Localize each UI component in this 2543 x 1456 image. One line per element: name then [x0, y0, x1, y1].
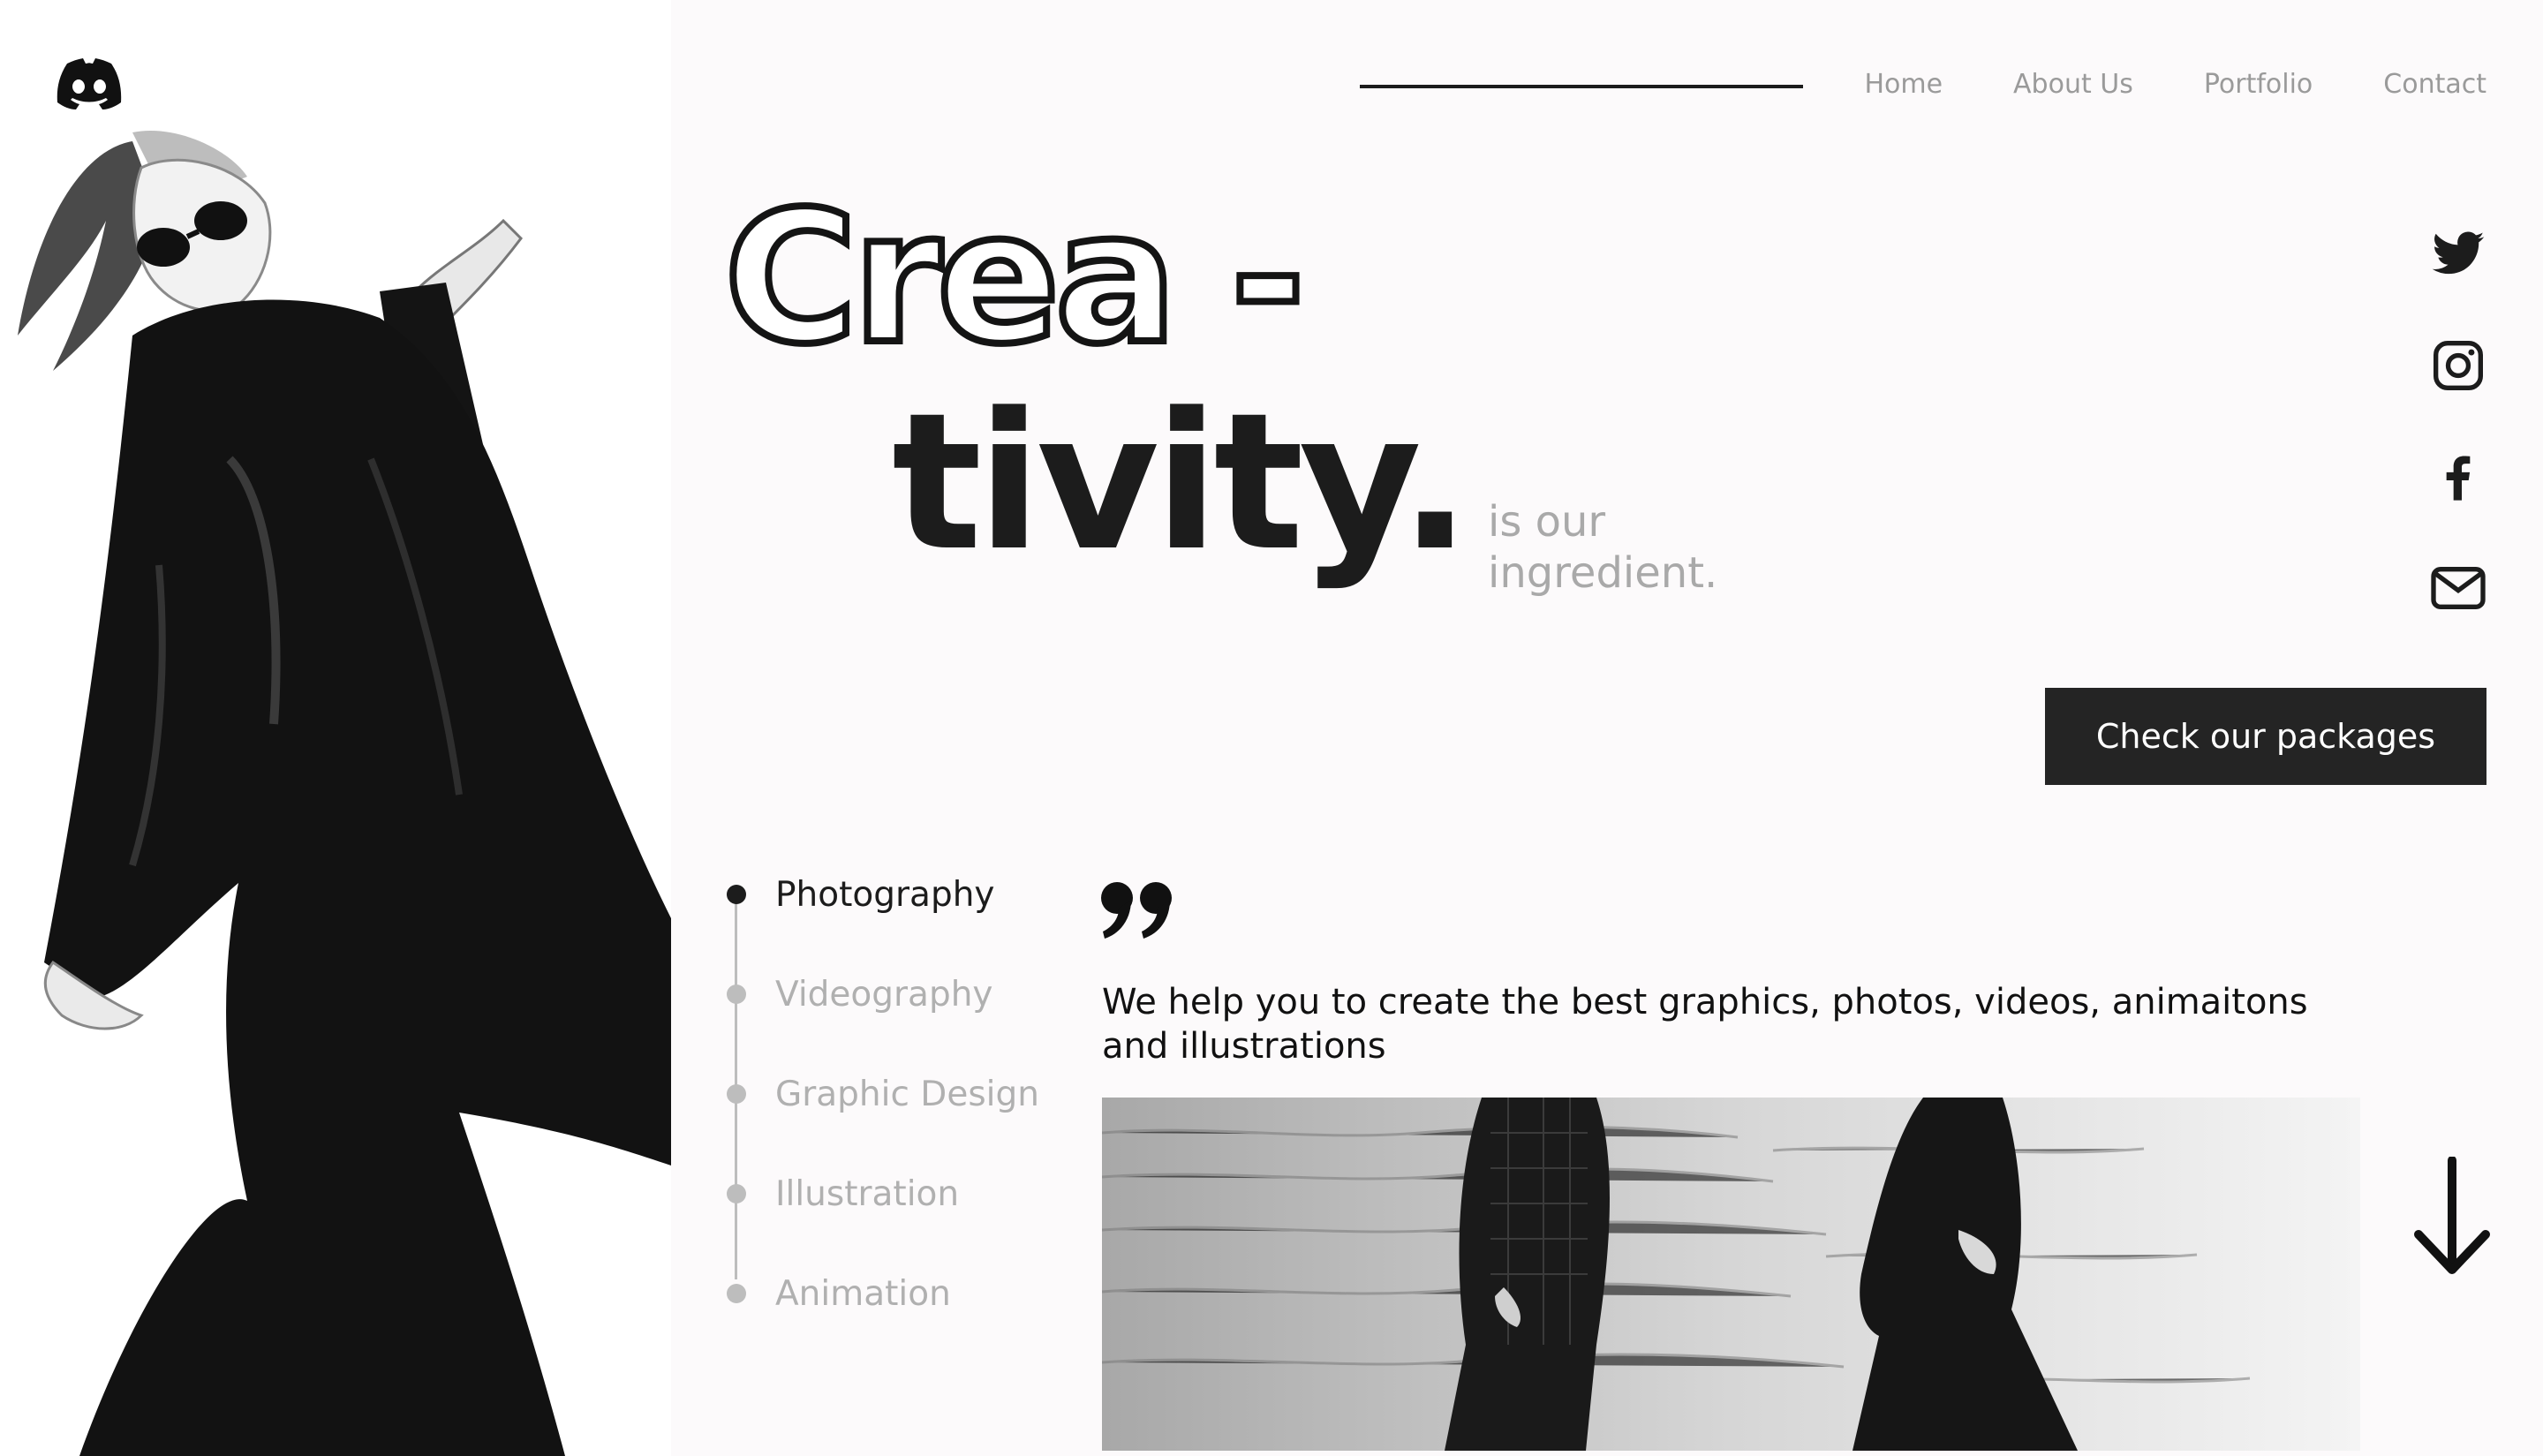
hero-title-line2: tivity. [892, 373, 1471, 592]
service-item-illustration[interactable]: Illustration [724, 1169, 959, 1218]
facebook-icon[interactable] [2430, 449, 2486, 505]
service-label: Graphic Design [775, 1074, 1039, 1114]
hero-photo [0, 0, 671, 1456]
timeline-dot [727, 1084, 746, 1104]
check-packages-button[interactable]: Check our packages [2045, 688, 2486, 785]
service-item-graphic-design[interactable]: Graphic Design [724, 1069, 1039, 1119]
service-label: Animation [775, 1273, 951, 1314]
nav-home[interactable]: Home [1864, 69, 1943, 100]
hero-subtitle: is our ingredient. [1488, 497, 1718, 598]
nav-contact[interactable]: Contact [2383, 69, 2486, 100]
nav-divider-line [1360, 85, 1803, 88]
timeline-dot [727, 1184, 746, 1203]
service-label: Videography [775, 974, 993, 1015]
quote-text: We help you to create the best graphics,… [1102, 982, 2308, 1067]
scroll-down-arrow-icon[interactable] [2413, 1156, 2491, 1277]
discord-icon[interactable] [57, 58, 122, 109]
beach-photo [1102, 1098, 2360, 1451]
fashion-model-photo [0, 0, 671, 1456]
services-list: Photography Videography Graphic Design I… [724, 870, 1060, 1314]
nav-about-us[interactable]: About Us [2013, 69, 2133, 100]
nav-portfolio[interactable]: Portfolio [2204, 69, 2313, 100]
social-links [2430, 226, 2486, 616]
instagram-icon[interactable] [2430, 337, 2486, 394]
service-label: Photography [775, 874, 995, 915]
mail-icon[interactable] [2430, 560, 2486, 616]
quote-mark-icon [1099, 879, 1179, 940]
service-item-photography[interactable]: Photography [724, 870, 995, 919]
timeline-dot [727, 984, 746, 1004]
hero-title-line1: Crea - [721, 172, 1309, 384]
timeline-dot [727, 1284, 746, 1303]
top-nav: Home About Us Portfolio Contact [1864, 69, 2486, 100]
service-item-animation[interactable]: Animation [724, 1269, 951, 1318]
twitter-icon[interactable] [2430, 226, 2486, 283]
service-label: Illustration [775, 1173, 960, 1214]
timeline-dot [727, 885, 746, 904]
service-item-videography[interactable]: Videography [724, 969, 993, 1019]
